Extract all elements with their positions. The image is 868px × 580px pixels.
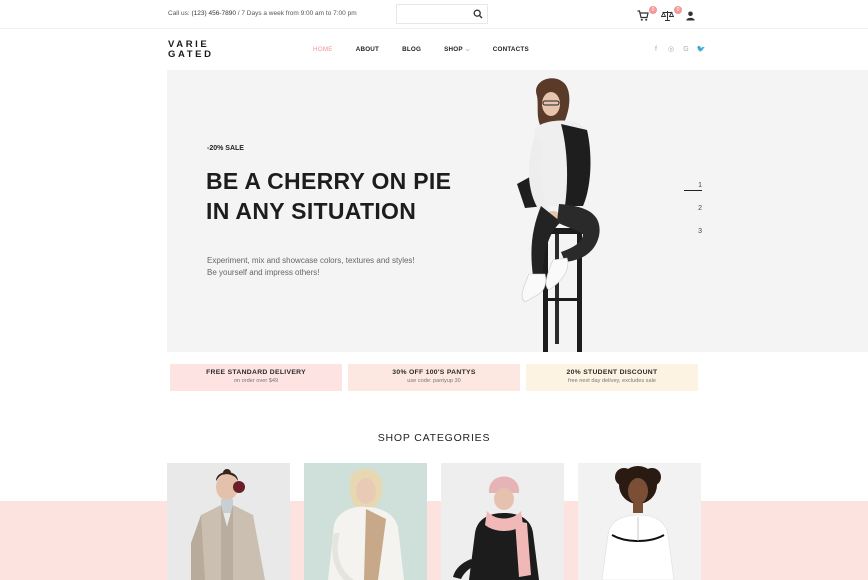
scale-icon	[661, 11, 674, 21]
category-image-knitwear	[328, 468, 404, 580]
cart-count-badge: 0	[649, 6, 657, 14]
section-title: SHOP CATEGORIES	[377, 432, 491, 444]
desc-line-2: Be yourself and impress others!	[207, 268, 320, 277]
headline-line-2: IN ANY SITUATION	[206, 198, 417, 224]
contact-prefix: Call us:	[168, 10, 192, 17]
search-icon[interactable]	[473, 9, 483, 19]
promo-student-discount[interactable]: 20% STUDENT DISCOUNT free next day deliv…	[526, 364, 698, 391]
nav-blog[interactable]: BLOG	[402, 46, 421, 53]
top-bar: Call us: (123) 456-7890 / 7 Days a week …	[0, 0, 868, 29]
slide-pagination: 1 2 3	[682, 182, 702, 251]
chevron-down-icon: ⌵	[465, 47, 470, 53]
phone-number[interactable]: (123) 456-7890	[191, 10, 235, 17]
social-links: f ◎ G 🐦	[651, 45, 711, 55]
promo-subtitle: use code: pantyup 30	[407, 378, 461, 384]
google-icon[interactable]: G	[681, 45, 691, 55]
category-card-blouses[interactable]	[578, 463, 701, 580]
category-card-knitwear[interactable]	[304, 463, 427, 580]
promo-subtitle: free next day delivey, excludes sale	[568, 378, 656, 384]
category-image-blouse	[601, 466, 675, 580]
promo-subtitle: on order over $49	[233, 378, 279, 384]
hero-description: Experiment, mix and showcase colors, tex…	[207, 255, 415, 279]
instagram-icon[interactable]: ◎	[666, 45, 676, 55]
search-input[interactable]	[397, 7, 469, 26]
promo-title: 20% STUDENT DISCOUNT	[566, 369, 658, 376]
nav-home[interactable]: HOME	[313, 46, 333, 53]
category-image-scarf	[453, 476, 539, 580]
cart-icon	[637, 10, 649, 21]
site-logo[interactable]: VARIE GATED	[168, 40, 214, 60]
category-image-coat	[191, 469, 265, 580]
twitter-icon[interactable]: 🐦	[696, 45, 706, 55]
facebook-icon[interactable]: f	[651, 45, 661, 55]
hero-slider: -20% SALE BE A CHERRY ON PIE IN ANY SITU…	[167, 70, 868, 352]
hero-headline: BE A CHERRY ON PIE IN ANY SITUATION	[206, 166, 451, 226]
contact-info: Call us: (123) 456-7890 / 7 Days a week …	[168, 10, 357, 17]
slide-dot-3[interactable]: 3	[682, 228, 702, 251]
account-button[interactable]	[685, 8, 699, 22]
nav-contacts[interactable]: CONTACTS	[493, 46, 529, 53]
sale-label: -20% SALE	[207, 145, 244, 152]
promo-strip: FREE STANDARD DELIVERY on order over $49…	[0, 352, 868, 402]
promo-free-delivery[interactable]: FREE STANDARD DELIVERY on order over $49	[170, 364, 342, 391]
logo-line-2: GATED	[168, 49, 214, 60]
compare-count-badge: 0	[674, 6, 682, 14]
promo-title: FREE STANDARD DELIVERY	[206, 369, 306, 376]
nav-about[interactable]: ABOUT	[356, 46, 379, 53]
nav-shop[interactable]: SHOP ⌵	[444, 46, 470, 53]
cart-button[interactable]: 0	[636, 6, 657, 22]
opening-hours: / 7 Days a week from 9:00 am to 7:00 pm	[235, 10, 357, 17]
slide-dot-1[interactable]: 1	[682, 182, 702, 205]
search-box[interactable]	[396, 4, 488, 26]
nav-shop-label: SHOP	[444, 46, 463, 53]
compare-button[interactable]: 0	[661, 6, 682, 22]
promo-title: 30% OFF 100'S PANTYS	[392, 369, 476, 376]
desc-line-1: Experiment, mix and showcase colors, tex…	[207, 256, 415, 265]
slide-dot-2[interactable]: 2	[682, 205, 702, 228]
main-nav: HOME ABOUT BLOG SHOP ⌵ CONTACTS	[313, 46, 552, 53]
headline-line-1: BE A CHERRY ON PIE	[206, 168, 452, 194]
category-card-coats[interactable]	[167, 463, 290, 580]
user-icon	[686, 11, 695, 21]
category-band-background	[0, 501, 868, 580]
hero-model-image	[517, 78, 600, 352]
main-header: VARIE GATED HOME ABOUT BLOG SHOP ⌵ CONTAC…	[0, 29, 868, 70]
category-card-accessories[interactable]	[441, 463, 564, 580]
promo-pantys-discount[interactable]: 30% OFF 100'S PANTYS use code: pantyup 3…	[348, 364, 520, 391]
